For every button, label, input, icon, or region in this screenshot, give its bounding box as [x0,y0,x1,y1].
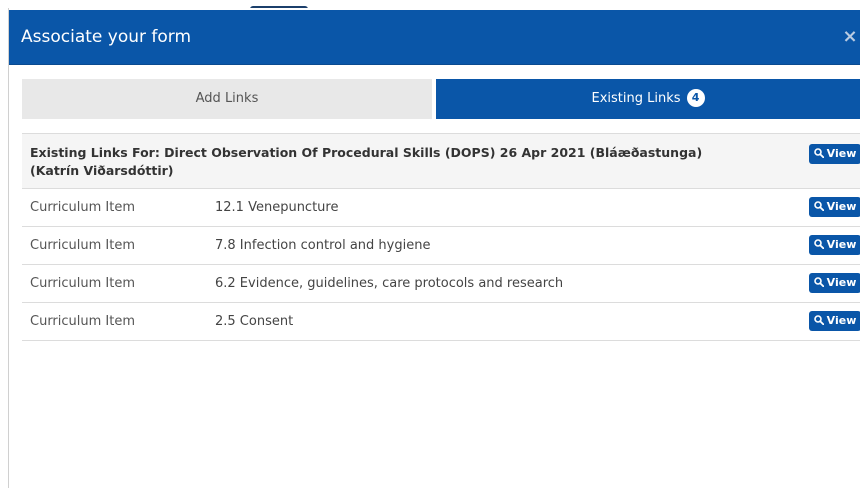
link-name: 6.2 Evidence, guidelines, care protocols… [215,276,564,291]
search-icon [813,148,824,159]
view-button-label: View [826,276,857,289]
existing-links-panel: Existing Links For: Direct Observation O… [22,133,860,341]
view-button-label: View [826,238,857,251]
link-name: 2.5 Consent [215,314,294,329]
view-button-label: View [826,200,857,213]
tab-add-links[interactable]: Add Links [22,79,432,119]
close-icon[interactable]: × [841,26,859,48]
link-tabs: Add Links Existing Links 4 [22,79,860,119]
table-row: Curriculum Item 2.5 Consent View [22,303,860,341]
search-icon [813,277,824,288]
table-row: Curriculum Item 6.2 Evidence, guidelines… [22,265,860,303]
link-type: Curriculum Item [30,276,136,291]
search-icon [813,239,824,250]
modal-header: Associate your form × [9,10,860,65]
view-button-label: View [826,147,857,160]
existing-links-count-badge: 4 [686,89,705,107]
table-row: Curriculum Item 7.8 Infection control an… [22,227,860,265]
associate-form-modal: Associate your form × Add Links Existing… [8,8,860,488]
view-link-button[interactable]: View [809,311,860,331]
view-form-button[interactable]: View [809,144,860,164]
tab-existing-links[interactable]: Existing Links 4 [436,79,860,119]
existing-links-heading-text: Existing Links For: Direct Observation O… [30,145,703,178]
table-row: Curriculum Item 12.1 Venepuncture View [22,189,860,227]
view-button-label: View [826,314,857,327]
tab-existing-links-label: Existing Links [591,91,681,106]
link-type: Curriculum Item [30,314,136,329]
link-type: Curriculum Item [30,238,136,253]
tab-add-links-label: Add Links [195,91,259,106]
view-link-button[interactable]: View [809,235,860,255]
link-type: Curriculum Item [30,200,136,215]
view-link-button[interactable]: View [809,273,860,293]
modal-title: Associate your form [21,27,192,47]
link-name: 12.1 Venepuncture [215,200,339,215]
search-icon [813,201,824,212]
view-link-button[interactable]: View [809,197,860,217]
link-name: 7.8 Infection control and hygiene [215,238,431,253]
existing-links-heading: Existing Links For: Direct Observation O… [22,134,860,189]
search-icon [813,315,824,326]
